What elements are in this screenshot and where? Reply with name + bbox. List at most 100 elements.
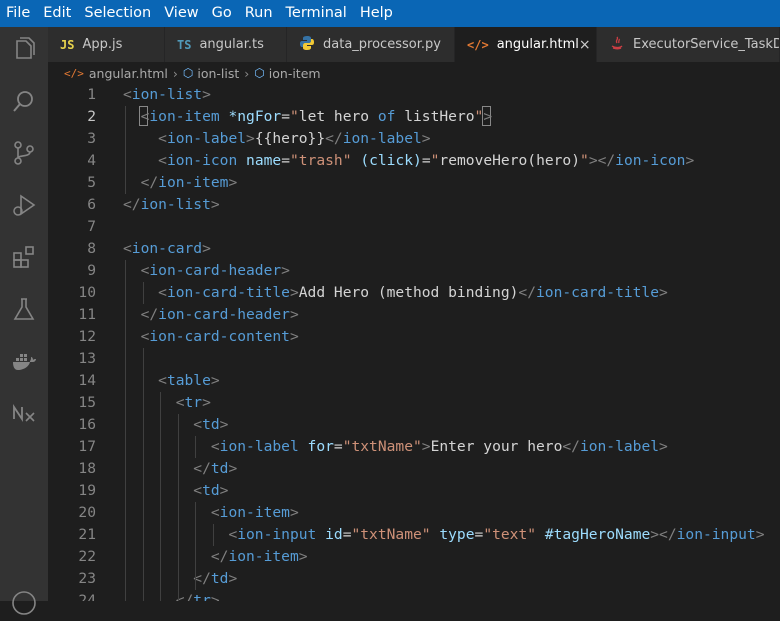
code-line[interactable]: 9 <ion-card-header> (48, 260, 780, 282)
line-number: 23 (78, 570, 96, 587)
code-text: </td> (123, 458, 237, 480)
code-line[interactable]: 3 <ion-label>{{hero}}</ion-label> (48, 128, 780, 150)
code-token: > (298, 548, 308, 565)
code-token: < (193, 482, 203, 499)
code-line[interactable]: 14 <table> (48, 370, 780, 392)
code-line[interactable]: 6 </ion-list> (48, 194, 780, 216)
menu-go[interactable]: Go (206, 0, 239, 27)
menu-selection[interactable]: Selection (78, 0, 158, 27)
code-token: ion-card (131, 240, 203, 257)
menu-bar: File Edit Selection View Go Run Terminal Help (0, 0, 780, 27)
code-line[interactable]: 23 </td> (48, 568, 780, 590)
tab-app-js[interactable]: JS App.js (48, 27, 165, 62)
extensions-icon[interactable] (10, 243, 38, 271)
code-line[interactable]: 22 </ion-item> (48, 546, 780, 568)
code-line[interactable]: 17 <ion-label for="txtName">Enter your h… (48, 436, 780, 458)
line-number: 21 (78, 526, 96, 543)
line-number: 18 (78, 460, 96, 477)
menu-edit[interactable]: Edit (37, 0, 78, 27)
line-number: 2 (87, 108, 96, 125)
code-line[interactable]: 10 <ion-card-title>Add Hero (method bind… (48, 282, 780, 304)
tab-angular-ts[interactable]: TS angular.ts (165, 27, 287, 62)
code-line[interactable]: 7 (48, 216, 780, 238)
code-text: </tr> (123, 590, 220, 601)
tab-label: angular.html (496, 37, 579, 52)
code-token: for (307, 438, 334, 455)
tab-label: angular.ts (199, 37, 264, 52)
line-number: 1 (87, 86, 96, 103)
code-token: > (421, 130, 431, 147)
tab-angular-html[interactable]: </> angular.html × (455, 27, 597, 62)
code-token: < (158, 372, 167, 389)
code-line[interactable]: 12 <ion-card-content> (48, 326, 780, 348)
docker-icon[interactable] (10, 347, 38, 375)
code-line[interactable]: 5 </ion-item> (48, 172, 780, 194)
code-token: > (202, 86, 211, 103)
code-line[interactable]: 24 </tr> (48, 590, 780, 601)
code-token: type (439, 526, 475, 543)
run-debug-icon[interactable] (10, 191, 38, 219)
breadcrumb-item-ion-list[interactable]: ion-list (197, 66, 239, 81)
code-token: < (228, 526, 238, 543)
breadcrumb: </> angular.html › ⬡ ion-list › ⬡ ion-it… (48, 62, 780, 84)
line-number: 4 (87, 152, 96, 169)
code-line[interactable]: 1 <ion-list> (48, 84, 780, 106)
code-editor[interactable]: 1 <ion-list> 2 <ion-item *ngFor="let hero … (48, 84, 780, 601)
code-line[interactable]: 21 <ion-input id="txtName" type="text" #… (48, 524, 780, 546)
breadcrumb-item-file[interactable]: angular.html (89, 66, 168, 81)
breadcrumb-item-ion-item[interactable]: ion-item (269, 66, 321, 81)
code-text: <ion-card> (123, 238, 211, 260)
menu-terminal[interactable]: Terminal (280, 0, 354, 27)
code-token: </ (140, 174, 159, 191)
nx-console-icon[interactable] (10, 399, 38, 427)
code-token: ion-card-header (149, 262, 282, 279)
indent-guide (125, 260, 126, 601)
tab-executorservice-taskdepe[interactable]: ExecutorService_TaskDepe (597, 27, 780, 62)
line-number: 20 (78, 504, 96, 521)
code-line[interactable]: 4 <ion-icon name="trash" (click)="remove… (48, 150, 780, 172)
code-token: listHero (395, 108, 475, 125)
code-text: </ion-item> (123, 172, 238, 194)
account-icon[interactable] (10, 589, 38, 617)
menu-help[interactable]: Help (354, 0, 400, 27)
code-line[interactable]: 18 </td> (48, 458, 780, 480)
code-token: > (219, 482, 229, 499)
code-token: > (202, 394, 211, 411)
indent-guide (195, 502, 197, 590)
code-text: <ion-icon name="trash" (click)="removeHe… (123, 150, 694, 172)
code-token: ion-label (166, 130, 247, 147)
code-token: ion-input (237, 526, 317, 543)
code-text: <ion-item *ngFor="let hero of listHero"> (123, 106, 493, 128)
java-icon (609, 35, 625, 54)
code-line[interactable]: 15 <tr> (48, 392, 780, 414)
code-line[interactable]: 13 (48, 348, 780, 370)
code-token: td (202, 416, 220, 433)
code-line[interactable]: 8 <ion-card> (48, 238, 780, 260)
code-line[interactable]: 20 <ion-item> (48, 502, 780, 524)
html-file-icon: </> (64, 66, 84, 80)
menu-view[interactable]: View (158, 0, 205, 27)
menu-file[interactable]: File (0, 0, 37, 27)
code-token: = (333, 438, 343, 455)
testing-icon[interactable] (10, 295, 38, 323)
code-line[interactable]: 19 <td> (48, 480, 780, 502)
source-control-icon[interactable] (10, 139, 38, 167)
explorer-icon[interactable] (10, 35, 38, 63)
code-token: let hero (298, 108, 378, 125)
code-token: > (246, 130, 255, 147)
menu-run[interactable]: Run (239, 0, 280, 27)
code-line[interactable]: 11 </ion-card-header> (48, 304, 780, 326)
code-line[interactable]: 2 <ion-item *ngFor="let hero of listHero… (48, 106, 780, 128)
code-token: table (166, 372, 211, 389)
tab-data-processor-py[interactable]: data_processor.py (287, 27, 455, 62)
code-text: <td> (123, 480, 228, 502)
close-icon[interactable]: × (579, 37, 591, 53)
code-line[interactable]: 16 <td> (48, 414, 780, 436)
indent-guide (160, 392, 162, 601)
search-icon[interactable] (10, 87, 38, 115)
line-number: 24 (78, 592, 96, 601)
